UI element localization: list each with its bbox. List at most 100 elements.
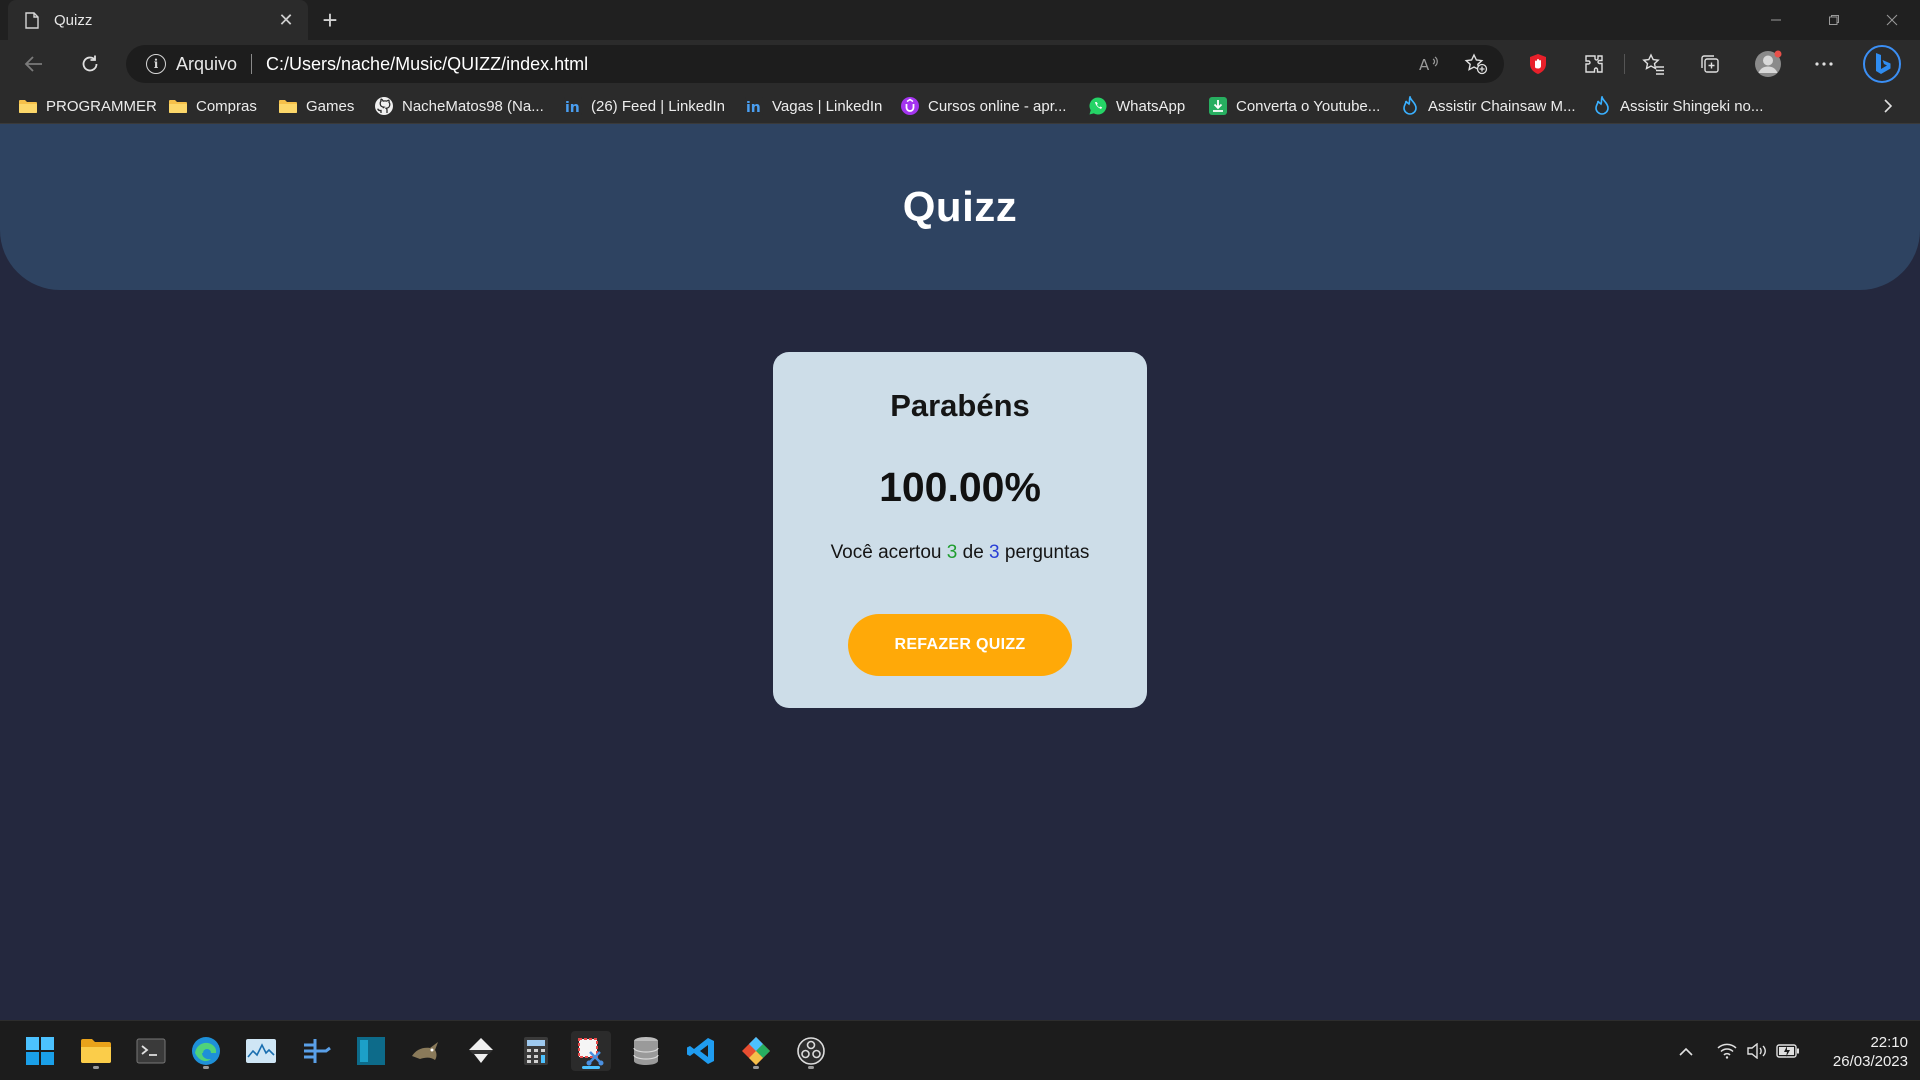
bookmark-label: Assistir Shingeki no... [1620, 97, 1764, 115]
summary-suffix: perguntas [999, 542, 1090, 563]
favorites-icon[interactable] [1636, 46, 1672, 82]
udemy-icon [900, 97, 920, 115]
bookmark-label: Cursos online - apr... [928, 97, 1067, 115]
page-title: Quizz [902, 183, 1018, 230]
restart-quiz-button[interactable]: REFAZER QUIZZ [848, 614, 1072, 676]
running-indicator [93, 1066, 99, 1069]
running-indicator [753, 1066, 759, 1069]
restore-button[interactable] [1806, 0, 1862, 40]
tab-close-icon[interactable]: ✕ [276, 10, 296, 30]
bookmark-chainsaw[interactable]: Assistir Chainsaw M... [1400, 95, 1576, 117]
collections-icon[interactable] [1692, 46, 1728, 82]
linkedin-icon: in [744, 97, 764, 115]
vscode-icon[interactable] [681, 1031, 721, 1071]
folder-icon [278, 97, 298, 115]
remote-tool-icon[interactable] [296, 1031, 336, 1071]
reload-button[interactable] [72, 46, 108, 82]
anime-site-icon [1592, 96, 1612, 115]
bookmark-label: NacheMatos98 (Na... [402, 97, 544, 115]
chevron-right-icon[interactable] [1876, 94, 1900, 118]
svg-text:in: in [565, 100, 580, 115]
settings-more-icon[interactable] [1806, 46, 1842, 82]
minimize-button[interactable] [1748, 0, 1804, 40]
browser-tab-strip: Quizz ✕ + [0, 0, 1920, 40]
file-explorer-icon[interactable] [76, 1031, 116, 1071]
site-info-icon[interactable]: i [146, 54, 166, 74]
volume-icon[interactable] [1744, 1033, 1770, 1069]
bookmark-label: (26) Feed | LinkedIn [591, 97, 725, 115]
summary-middle: de [957, 542, 990, 563]
ide-icon[interactable] [351, 1031, 391, 1071]
close-window-button[interactable] [1864, 0, 1920, 40]
score-percentage: 100.00% [879, 464, 1041, 510]
bookmark-whatsapp[interactable]: WhatsApp [1088, 95, 1185, 117]
running-indicator [582, 1066, 600, 1069]
read-aloud-icon[interactable]: A [1412, 45, 1448, 83]
bookmark-github[interactable]: NacheMatos98 (Na... [374, 95, 544, 117]
snipping-tool-icon[interactable] [571, 1031, 611, 1071]
bookmark-label: Vagas | LinkedIn [772, 97, 883, 115]
bookmark-compras[interactable]: Compras [168, 95, 257, 117]
bookmark-label: WhatsApp [1116, 97, 1186, 115]
svg-text:in: in [746, 100, 761, 115]
bookmark-label: PROGRAMMER [46, 97, 157, 115]
edge-browser-icon[interactable] [186, 1031, 226, 1071]
extensions-icon[interactable] [1576, 46, 1612, 82]
address-separator [251, 54, 253, 74]
page-header: Quizz [0, 124, 1920, 290]
new-tab-button[interactable]: + [316, 5, 344, 35]
back-button[interactable] [16, 46, 52, 82]
wifi-icon[interactable] [1714, 1033, 1740, 1069]
adblock-extension-icon[interactable] [1520, 46, 1556, 82]
database-icon[interactable] [626, 1031, 666, 1071]
result-heading: Parabéns [890, 388, 1030, 423]
bookmark-label: Games [306, 97, 355, 115]
bookmark-linkedin-jobs[interactable]: in Vagas | LinkedIn [744, 95, 882, 117]
git-tool-icon[interactable] [736, 1031, 776, 1071]
bing-chat-icon[interactable] [1862, 44, 1902, 84]
address-bar[interactable]: i Arquivo C:/Users/nache/Music/QUIZZ/ind… [126, 45, 1504, 83]
bookmark-youtube-converter[interactable]: Converta o Youtube... [1208, 95, 1380, 117]
bookmark-label: Assistir Chainsaw M... [1428, 97, 1576, 115]
bookmark-programmer[interactable]: PROGRAMMER [18, 95, 157, 117]
download-icon [1208, 97, 1228, 115]
anime-site-icon [1400, 96, 1420, 115]
total-count: 3 [989, 542, 1000, 563]
task-monitor-icon[interactable] [241, 1031, 281, 1071]
mysql-workbench-icon[interactable] [406, 1031, 446, 1071]
bookmark-udemy[interactable]: Cursos online - apr... [900, 95, 1066, 117]
github-icon [374, 97, 394, 115]
battery-icon[interactable] [1774, 1033, 1802, 1069]
folder-icon [168, 97, 188, 115]
bookmark-shingeki[interactable]: Assistir Shingeki no... [1592, 95, 1763, 117]
page-icon [24, 11, 40, 29]
terminal-icon[interactable] [131, 1031, 171, 1071]
inkscape-icon[interactable] [461, 1031, 501, 1071]
page-viewport: Quizz Parabéns 100.00% Você acertou 3 de… [0, 124, 1920, 1020]
tab-title: Quizz [54, 11, 93, 29]
taskbar: 22:10 26/03/2023 [0, 1020, 1920, 1080]
tray-overflow-chevron-up-icon[interactable] [1674, 1033, 1698, 1069]
linkedin-icon: in [563, 97, 583, 115]
start-button[interactable] [20, 1031, 60, 1071]
bookmark-label: Converta o Youtube... [1236, 97, 1381, 115]
running-indicator [203, 1066, 209, 1069]
clock-date: 26/03/2023 [1832, 1053, 1908, 1070]
result-card: Parabéns 100.00% Você acertou 3 de 3 per… [773, 352, 1147, 708]
calculator-icon[interactable] [516, 1031, 556, 1071]
url-text[interactable]: C:/Users/nache/Music/QUIZZ/index.html [266, 54, 588, 75]
reload-icon [82, 55, 98, 72]
bookmark-linkedin-feed[interactable]: in (26) Feed | LinkedIn [563, 95, 725, 117]
whatsapp-icon [1088, 97, 1108, 115]
obs-studio-icon[interactable] [791, 1031, 831, 1071]
browser-toolbar: i Arquivo C:/Users/nache/Music/QUIZZ/ind… [0, 40, 1920, 88]
bookmark-label: Compras [196, 97, 257, 115]
browser-tab[interactable]: Quizz ✕ [8, 0, 308, 40]
system-clock[interactable]: 22:10 26/03/2023 [1808, 1033, 1908, 1071]
result-summary: Você acertou 3 de 3 perguntas [773, 542, 1147, 564]
site-security-label[interactable]: Arquivo [176, 54, 237, 75]
add-favorite-icon[interactable] [1458, 45, 1494, 83]
toolbar-separator [1624, 54, 1625, 74]
bookmark-games[interactable]: Games [278, 95, 354, 117]
profile-avatar[interactable] [1750, 46, 1786, 82]
